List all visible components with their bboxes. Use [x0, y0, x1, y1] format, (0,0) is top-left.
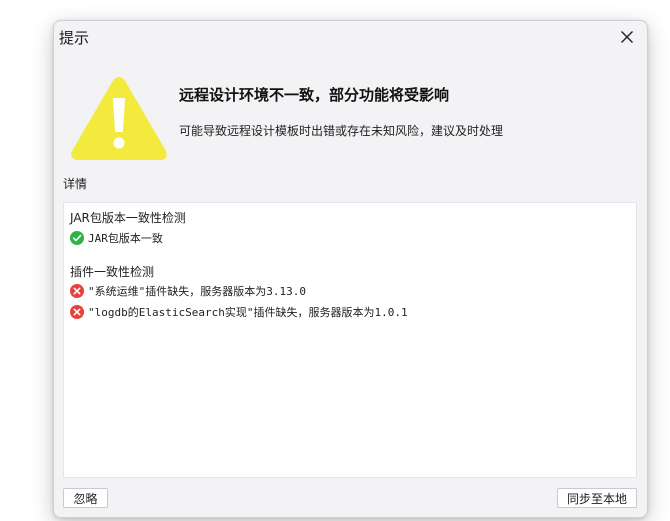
close-button[interactable]: [615, 26, 639, 48]
remote-env-warning-dialog: 提示 远程设计环境不一致，部分功能将受影响 可能导致远程设计模板时出错或存在未知…: [53, 20, 648, 518]
check-item-plugin-ops: "系统运维"插件缺失，服务器版本为3.13.0: [70, 283, 306, 299]
check-circle-icon: [70, 231, 84, 245]
dialog-headline: 远程设计环境不一致，部分功能将受影响: [179, 86, 450, 104]
dialog-titlebar: 提示: [54, 21, 647, 53]
dialog-title: 提示: [59, 29, 90, 47]
section-title-jar: JAR包版本一致性检测: [70, 211, 186, 225]
check-item-text: JAR包版本一致: [88, 232, 163, 245]
error-circle-icon: [70, 284, 84, 298]
check-item-plugin-logdb: "logdb的ElasticSearch实现"插件缺失，服务器版本为1.0.1: [70, 304, 408, 320]
sync-to-local-button[interactable]: 同步至本地: [557, 488, 637, 508]
check-item-text: "系统运维"插件缺失，服务器版本为3.13.0: [88, 285, 306, 298]
details-label: 详情: [63, 177, 88, 191]
ignore-button[interactable]: 忽略: [63, 488, 108, 508]
warning-triangle-icon: [71, 77, 167, 160]
close-icon: [621, 31, 633, 43]
error-circle-icon: [70, 305, 84, 319]
check-item-text: "logdb的ElasticSearch实现"插件缺失，服务器版本为1.0.1: [88, 306, 408, 319]
check-item-jar-version: JAR包版本一致: [70, 230, 163, 246]
details-panel[interactable]: JAR包版本一致性检测 JAR包版本一致 插件一致性检测 "系统运维"插件缺失，…: [63, 202, 637, 478]
desktop-background: 提示 远程设计环境不一致，部分功能将受影响 可能导致远程设计模板时出错或存在未知…: [0, 0, 670, 521]
section-title-plugin: 插件一致性检测: [70, 265, 155, 279]
dialog-subtext: 可能导致远程设计模板时出错或存在未知风险，建议及时处理: [179, 124, 504, 138]
